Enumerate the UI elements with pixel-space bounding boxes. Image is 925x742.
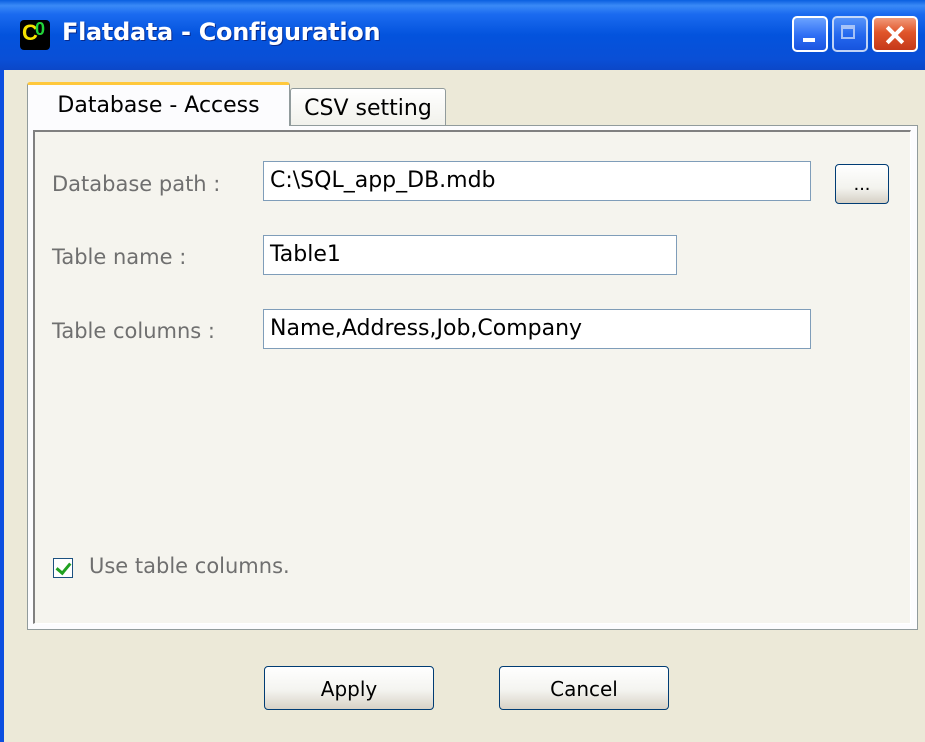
cancel-button[interactable]: Cancel bbox=[499, 666, 669, 710]
database-path-input[interactable]: C:\SQL_app_DB.mdb bbox=[263, 161, 811, 201]
database-path-label: Database path : bbox=[52, 172, 221, 196]
table-columns-label: Table columns : bbox=[52, 319, 215, 343]
use-table-columns-label[interactable]: Use table columns. bbox=[89, 554, 290, 578]
table-columns-input[interactable]: Name,Address,Job,Company bbox=[263, 309, 811, 349]
use-table-columns-checkbox[interactable] bbox=[53, 558, 73, 578]
tab-csv-setting[interactable]: CSV setting bbox=[290, 88, 446, 128]
close-icon[interactable] bbox=[872, 16, 918, 52]
tab-database-access-label: Database - Access bbox=[57, 93, 260, 118]
table-name-input[interactable]: Table1 bbox=[263, 235, 677, 275]
app-logo-icon: C 0 bbox=[20, 19, 50, 50]
maximize-icon[interactable] bbox=[832, 16, 868, 52]
tab-csv-setting-label: CSV setting bbox=[304, 96, 432, 121]
settings-group bbox=[33, 130, 911, 624]
title-bar[interactable]: C 0 Flatdata - Configuration bbox=[0, 0, 925, 70]
apply-button[interactable]: Apply bbox=[264, 666, 434, 710]
browse-button[interactable]: ... bbox=[835, 164, 889, 204]
minimize-icon[interactable] bbox=[792, 16, 828, 52]
window-title: Flatdata - Configuration bbox=[62, 18, 381, 46]
tab-database-access[interactable]: Database - Access bbox=[27, 82, 290, 126]
table-name-label: Table name : bbox=[52, 245, 187, 269]
